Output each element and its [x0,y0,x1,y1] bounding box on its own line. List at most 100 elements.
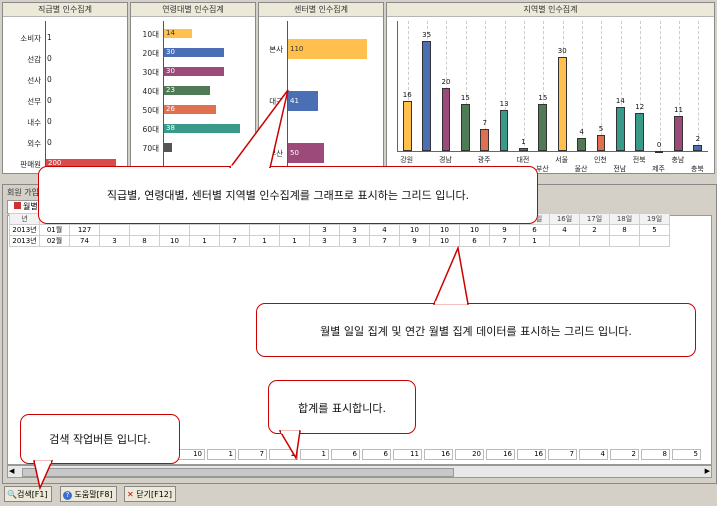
grid-cell[interactable] [99,224,130,236]
job-bar-value: 0 [47,96,52,105]
grid-cell[interactable]: 02월 [39,235,70,247]
grid-cell[interactable]: 3 [309,224,340,236]
region-bar [557,56,567,151]
grid-cell[interactable]: 8 [129,235,160,247]
grid-cell[interactable]: 10 [429,235,460,247]
close-button-label: 닫기[F12] [136,490,172,499]
region-bar [499,110,509,151]
grid-row[interactable]: 2013년 01월 127 3 3 4 10 10 10 9 6 4 2 8 5 [9,224,670,236]
grid-callout: 월별 일일 집계 및 연간 월별 집계 데이터를 표시하는 그리드 입니다. [256,303,696,357]
region-gridline [523,21,525,151]
job-bar-value: 1 [47,33,52,42]
grid-cell[interactable]: 1 [249,235,280,247]
scroll-left-arrow[interactable]: ◀ [9,467,14,475]
grid-cell[interactable]: 01월 [39,224,70,236]
job-panel: 직급별 인수집계 소비자 1 선감 0 선사 0 선무 0 내수 0 외수 0 판매원 200 [2,2,128,174]
grid-cell[interactable]: 10 [159,235,190,247]
grid-cell[interactable]: 9 [489,224,520,236]
job-row-label: 내수 [27,118,41,127]
grid-cell[interactable]: 3 [309,235,340,247]
grid-cell[interactable]: 8 [609,224,640,236]
grid-cell[interactable] [579,235,610,247]
tab-monthly-icon [14,202,21,209]
age-row-label: 20대 [142,49,159,58]
grid-cell[interactable]: 3 [339,224,370,236]
search-callout: 검색 작업버튼 입니다. [20,414,180,464]
region-bar [480,129,490,151]
grid-header-cell[interactable]: 19일 [639,213,670,225]
grid-cell[interactable]: 2 [579,224,610,236]
region-bar-value: 11 [673,106,683,115]
grid-cell[interactable]: 2013년 [9,235,40,247]
help-icon: ? [63,491,72,500]
sum-callout-pointer [278,430,301,460]
age-row-label: 40대 [142,87,159,96]
grid-cell[interactable] [129,224,160,236]
age-panel-title: 연령대별 인수집계 [131,3,255,17]
grid-cell[interactable]: 3 [99,235,130,247]
grid-cell[interactable]: 1 [519,235,550,247]
grid-cell[interactable]: 3 [339,235,370,247]
center-bar: 41 [288,91,318,111]
sum-cell: 5 [672,449,701,460]
job-bar-value: 0 [47,138,52,147]
help-button-label: 도움말[F8] [74,490,113,499]
region-bar-value: 4 [579,128,584,137]
region-axis-label: 전남 [613,165,627,173]
region-gridline [698,21,700,151]
grid-cell[interactable]: 10 [459,224,490,236]
region-bar [596,135,606,151]
sum-callout: 합계를 표시합니다. [268,380,416,434]
grid-cell[interactable] [279,224,310,236]
grid-cell[interactable]: 5 [639,224,670,236]
grid-cell[interactable]: 10 [429,224,460,236]
grid-row[interactable]: 2013년 02월 74 3 8 10 1 7 1 1 3 3 7 9 10 6 7 1 [9,235,670,247]
grid-cell[interactable] [609,235,640,247]
grid-cell[interactable]: 4 [369,224,400,236]
center-row-label: 본사 [269,45,283,54]
grid-cell[interactable]: 10 [399,224,430,236]
age-row-label: 60대 [142,125,159,134]
scroll-thumb[interactable] [22,468,454,477]
grid-cell[interactable]: 7 [369,235,400,247]
region-panel-title: 지역별 인수집계 [387,3,714,17]
horizontal-scrollbar[interactable]: ◀ ▶ [7,465,712,478]
region-bar [538,103,548,151]
close-icon: ✕ [127,490,134,499]
grid-cell[interactable]: 74 [69,235,100,247]
grid-cell[interactable]: 127 [69,224,100,236]
grid-cell[interactable] [249,224,280,236]
region-bar [674,116,683,151]
sum-cell: 4 [579,449,608,460]
grid-cell[interactable]: 1 [189,235,220,247]
grid-header-cell[interactable]: 17일 [579,213,610,225]
sum-cell: 16 [424,449,453,460]
grid-cell[interactable]: 9 [399,235,430,247]
region-bar-value: 15 [538,93,548,102]
region-bar-value: 7 [482,119,487,127]
region-bar [693,144,703,151]
grid-header-cell[interactable]: 년 [9,213,40,225]
age-row-label: 70대 [142,144,159,153]
grid-cell[interactable]: 1 [279,235,310,247]
age-bar: 30 [164,67,224,76]
help-button[interactable]: ? 도움말[F8] [60,486,117,502]
scroll-right-arrow[interactable]: ▶ [705,467,710,475]
grid-cell[interactable]: 6 [519,224,550,236]
grid-cell[interactable] [549,235,580,247]
grid-cell[interactable] [159,224,190,236]
grid-cell[interactable]: 2013년 [9,224,40,236]
grid-header-cell[interactable]: 16일 [549,213,580,225]
grid-cell[interactable]: 4 [549,224,580,236]
close-button[interactable]: ✕ 닫기[F12] [124,486,176,502]
grid-cell[interactable]: 7 [489,235,520,247]
region-bar [441,88,451,151]
grid-cell[interactable] [219,224,250,236]
grid-cell[interactable] [639,235,670,247]
grid-cell[interactable] [189,224,220,236]
grid-header-cell[interactable]: 18일 [609,213,640,225]
grid-cell[interactable]: 7 [219,235,250,247]
grid-cell[interactable]: 6 [459,235,490,247]
region-bar-value: 1 [521,137,526,146]
sum-cell: 20 [455,449,484,460]
